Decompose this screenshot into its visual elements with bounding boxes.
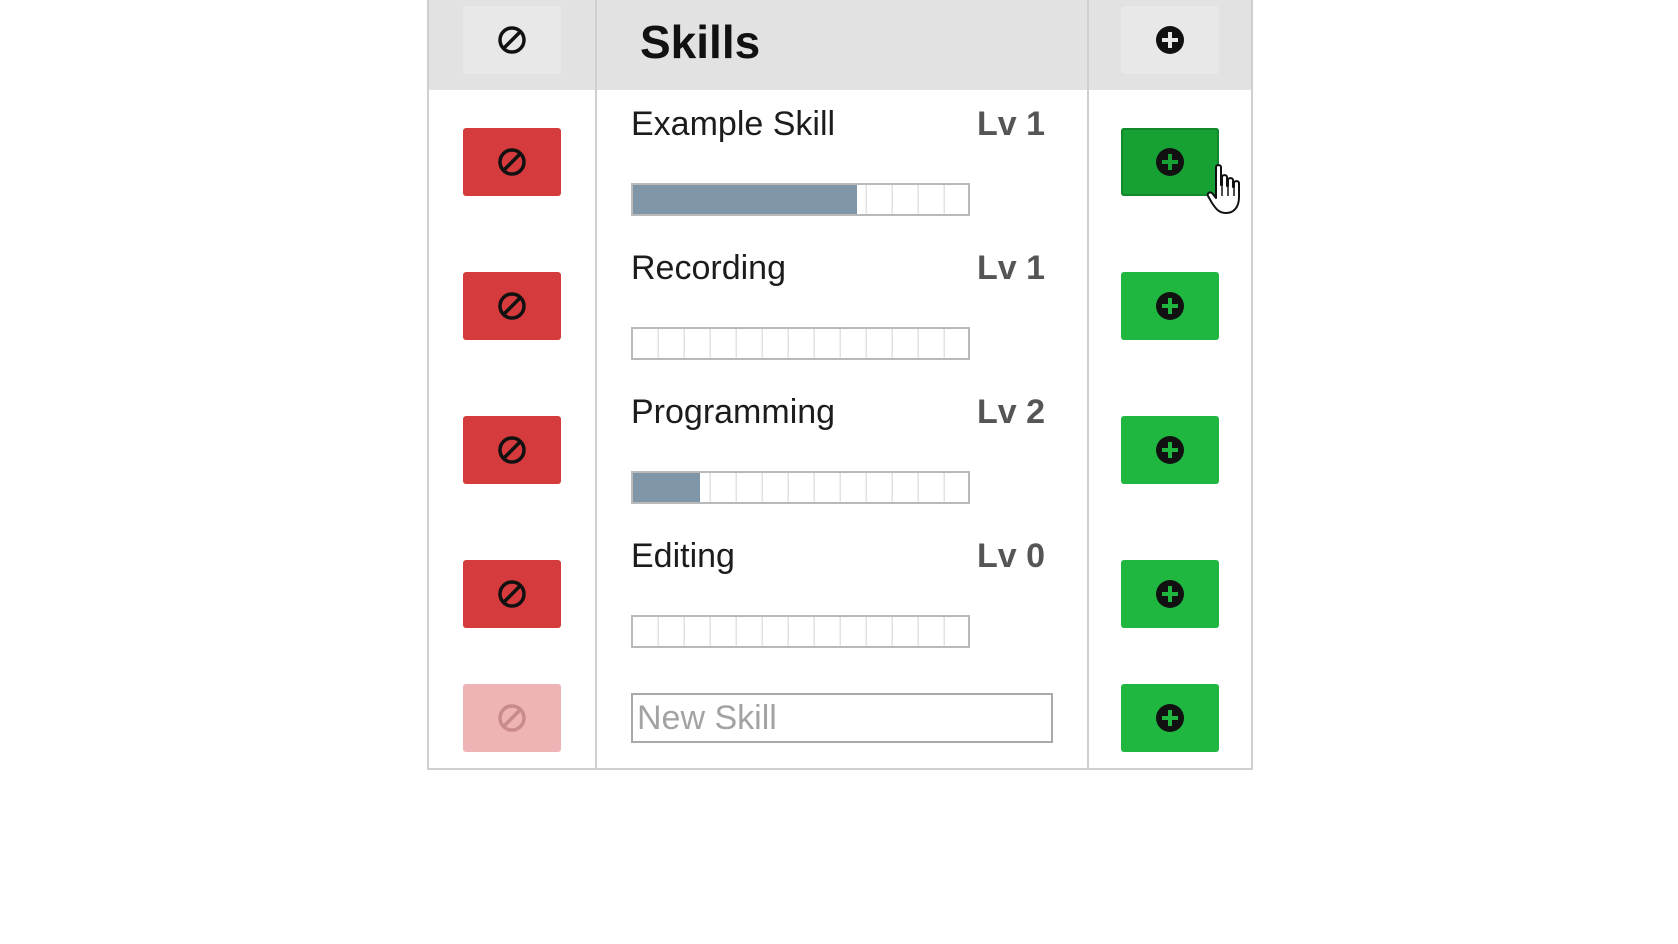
skill-name: Programming [631, 393, 836, 431]
skills-panel: Skills Example Skill Lv 1 Recording Lv 1… [427, 0, 1253, 770]
prohibit-icon [498, 148, 526, 176]
plus-circle-icon [1156, 436, 1184, 464]
remove-skill-button[interactable] [463, 128, 561, 196]
skill-name: Recording [631, 249, 786, 287]
page-title: Skills [640, 16, 761, 68]
remove-new-skill-button[interactable] [463, 684, 561, 752]
skill-name: Example Skill [631, 105, 836, 143]
add-new-skill-button[interactable] [1121, 684, 1219, 752]
add-skill-point-button[interactable] [1121, 416, 1219, 484]
prohibit-icon [498, 26, 526, 54]
skill-progress-bar [631, 183, 970, 216]
skill-progress-bar [631, 471, 970, 504]
prohibit-icon [498, 292, 526, 320]
prohibit-icon [498, 704, 526, 732]
column-divider-left [595, 0, 597, 768]
add-skill-point-button[interactable] [1121, 560, 1219, 628]
skill-level: Lv 1 [976, 249, 1045, 287]
plus-circle-icon [1156, 26, 1184, 54]
remove-skill-button[interactable] [463, 272, 561, 340]
plus-circle-icon [1156, 148, 1184, 176]
add-all-button[interactable] [1121, 6, 1219, 74]
remove-skill-button[interactable] [463, 416, 561, 484]
skill-level: Lv 1 [976, 105, 1045, 143]
remove-all-button[interactable] [463, 6, 561, 74]
skill-progress-fill [633, 473, 700, 502]
add-skill-point-button[interactable] [1121, 128, 1219, 196]
plus-circle-icon [1156, 704, 1184, 732]
remove-skill-button[interactable] [463, 560, 561, 628]
skill-level: Lv 2 [976, 393, 1045, 431]
prohibit-icon [498, 580, 526, 608]
skill-progress-fill [633, 185, 858, 214]
new-skill-input[interactable] [631, 693, 1053, 743]
add-skill-point-button[interactable] [1121, 272, 1219, 340]
plus-circle-icon [1156, 580, 1184, 608]
plus-circle-icon [1156, 292, 1184, 320]
skill-name: Editing [631, 537, 735, 575]
skill-level: Lv 0 [976, 537, 1045, 575]
skill-progress-bar [631, 615, 970, 648]
column-divider-right [1087, 0, 1089, 768]
skill-progress-bar [631, 327, 970, 360]
prohibit-icon [498, 436, 526, 464]
